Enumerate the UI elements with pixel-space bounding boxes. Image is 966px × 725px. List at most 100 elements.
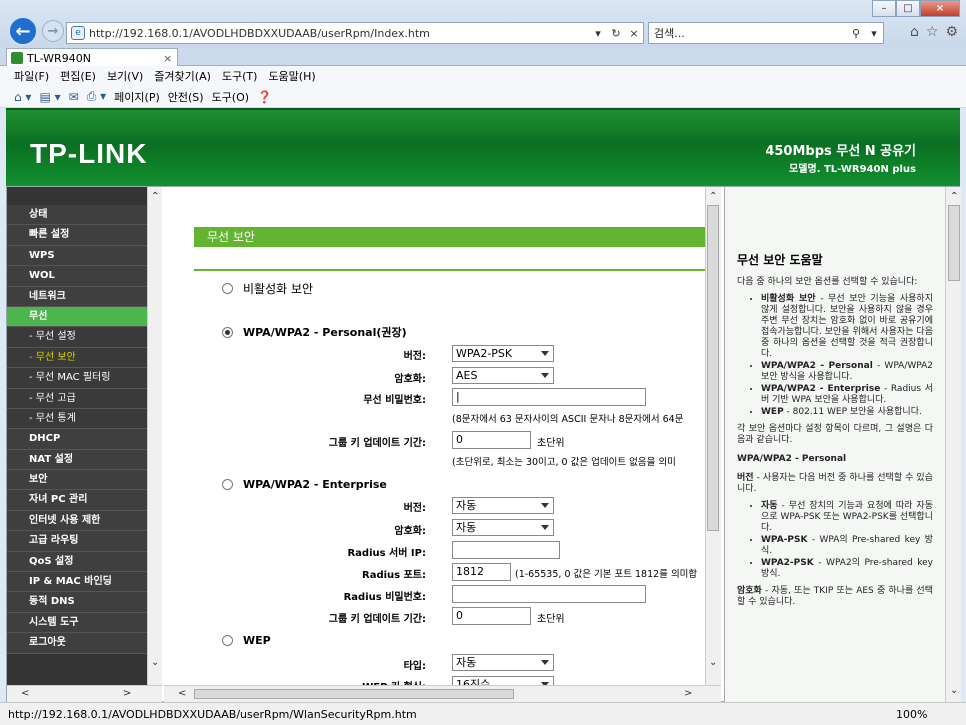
tools-menu-button[interactable]: 도구(O): [212, 89, 249, 105]
personal-group-key-input[interactable]: 0: [452, 431, 531, 449]
menu-help[interactable]: 도움말(H): [268, 68, 315, 84]
mail-icon[interactable]: ✉: [69, 90, 79, 104]
scroll-up-icon[interactable]: ⌃: [709, 191, 717, 202]
option-wep[interactable]: WEP: [222, 634, 271, 647]
sidebar-item[interactable]: IP & MAC 바인딩: [7, 572, 147, 593]
radius-port-input[interactable]: 1812: [452, 563, 511, 581]
left-hscrollbar[interactable]: < >: [7, 685, 162, 703]
home-icon[interactable]: ⌂ ▾: [14, 90, 31, 104]
enterprise-group-key-input[interactable]: 0: [452, 607, 531, 625]
scroll-down-icon[interactable]: ⌄: [151, 657, 159, 668]
scroll-down-icon[interactable]: ⌄: [709, 657, 717, 668]
address-bar[interactable]: e http://192.168.0.1/AVODLHDBDXXUDAAB/us…: [66, 22, 644, 44]
radio-personal[interactable]: [222, 326, 233, 338]
sidebar-item[interactable]: 네트워크: [7, 286, 147, 307]
menu-file[interactable]: 파일(F): [14, 68, 49, 84]
menu-view[interactable]: 보기(V): [107, 68, 143, 84]
main-scroll-thumb[interactable]: [707, 205, 719, 531]
sidebar-item[interactable]: 상태: [7, 205, 147, 226]
help-term: WPA/WPA2 - Enterprise: [761, 384, 881, 394]
search-icon[interactable]: ⚲: [847, 27, 865, 40]
radius-port-label: Radius 포트:: [362, 570, 426, 581]
option-enterprise-label: WPA/WPA2 - Enterprise: [243, 478, 387, 491]
enterprise-version-select[interactable]: 자동: [452, 497, 554, 514]
back-button[interactable]: ←: [8, 16, 38, 46]
sidebar-item[interactable]: WOL: [7, 266, 147, 287]
help-scroll-thumb[interactable]: [948, 205, 960, 281]
radio-disable[interactable]: [222, 283, 233, 294]
help-desc: - 무선 장치의 기능과 요청에 따라 자동으로 WPA-PSK 또는 WPA2…: [761, 501, 933, 533]
personal-version-label: 버전:: [403, 351, 426, 362]
sidebar-item[interactable]: DHCP: [7, 429, 147, 450]
main-hscroll-thumb[interactable]: [194, 689, 514, 699]
search-box[interactable]: 검색... ⚲ ▾: [648, 22, 884, 44]
sidebar-item[interactable]: WPS: [7, 245, 147, 267]
radius-password-label: Radius 비밀번호:: [343, 592, 426, 603]
status-bar: http://192.168.0.1/AVODLHDBDXXUDAAB/user…: [0, 702, 966, 725]
option-enterprise[interactable]: WPA/WPA2 - Enterprise: [222, 478, 387, 491]
enterprise-encryption-select[interactable]: 자동: [452, 519, 554, 536]
sidebar-item[interactable]: - 무선 설정: [7, 327, 147, 348]
scroll-up-icon[interactable]: ⌃: [151, 191, 159, 202]
close-window-button[interactable]: ×: [920, 0, 960, 17]
tab-close-icon[interactable]: ×: [163, 52, 177, 65]
scroll-right-icon[interactable]: >: [684, 688, 692, 699]
page-menu-button[interactable]: 페이지(P): [114, 89, 160, 105]
print-icon[interactable]: ⎙ ▾: [87, 89, 106, 104]
address-text[interactable]: http://192.168.0.1/AVODLHDBDXXUDAAB/user…: [89, 27, 589, 40]
maximize-button[interactable]: □: [896, 0, 920, 17]
sidebar-item[interactable]: 보안: [7, 470, 147, 491]
sidebar-item[interactable]: 자녀 PC 관리: [7, 490, 147, 511]
menu-tools[interactable]: 도구(T): [222, 68, 258, 84]
sidebar-item[interactable]: 고급 라우팅: [7, 531, 147, 552]
sidebar-item[interactable]: 로그아웃: [7, 633, 147, 654]
left-scrollbar[interactable]: ⌃ ⌄: [147, 187, 162, 685]
favorites-star-icon[interactable]: ☆: [926, 24, 939, 40]
page-title: 무선 보안: [194, 227, 706, 247]
personal-encryption-select[interactable]: AES: [452, 367, 554, 384]
gear-icon[interactable]: ⚙: [945, 24, 958, 40]
sidebar-item[interactable]: 시스템 도구: [7, 612, 147, 634]
refresh-icon[interactable]: ↻: [607, 27, 625, 40]
sidebar-item[interactable]: - 무선 보안: [7, 347, 147, 369]
zoom-level[interactable]: 100%: [896, 708, 966, 721]
sidebar-item[interactable]: - 무선 통계: [7, 408, 147, 430]
search-dropdown-icon[interactable]: ▾: [865, 27, 883, 40]
help-panel: 무선 보안 도움말 다음 중 하나의 보안 옵션를 선택할 수 있습니다: 비활…: [724, 187, 961, 703]
radio-enterprise[interactable]: [222, 479, 233, 490]
password-input[interactable]: |: [452, 388, 646, 406]
radio-wep[interactable]: [222, 635, 233, 646]
sidebar-item[interactable]: 빠른 설정: [7, 225, 147, 246]
scroll-left-icon[interactable]: <: [21, 688, 29, 699]
radius-ip-label: Radius 서버 IP:: [347, 548, 426, 559]
rss-feed-icon[interactable]: ▤ ▾: [39, 90, 60, 104]
radius-password-input[interactable]: [452, 585, 646, 603]
close-icon[interactable]: ×: [625, 27, 643, 40]
sidebar-item[interactable]: 인터넷 사용 제한: [7, 510, 147, 532]
sidebar-item[interactable]: QoS 설정: [7, 551, 147, 573]
search-input[interactable]: 검색...: [654, 25, 847, 41]
home-icon[interactable]: ⌂: [910, 24, 919, 40]
menu-edit[interactable]: 편집(E): [60, 68, 96, 84]
safety-menu-button[interactable]: 안전(S): [168, 89, 204, 105]
scroll-left-icon[interactable]: <: [178, 688, 186, 699]
sidebar-item[interactable]: 무선: [7, 306, 147, 328]
option-personal[interactable]: WPA/WPA2 - Personal(권장): [222, 324, 407, 340]
scroll-right-icon[interactable]: >: [123, 688, 131, 699]
personal-version-select[interactable]: WPA2-PSK: [452, 345, 554, 362]
minimize-button[interactable]: –: [872, 0, 896, 17]
sidebar-item[interactable]: 동적 DNS: [7, 592, 147, 613]
wep-type-select[interactable]: 자동: [452, 654, 554, 671]
dropdown-icon[interactable]: ▾: [589, 27, 607, 40]
scroll-down-icon[interactable]: ⌄: [950, 685, 958, 696]
help-icon[interactable]: ❓: [257, 90, 272, 104]
sidebar-item[interactable]: - 무선 고급: [7, 388, 147, 409]
option-disable[interactable]: 비활성화 보안: [222, 280, 313, 297]
forward-button[interactable]: →: [42, 20, 64, 42]
browser-tab[interactable]: TL-WR940N ×: [6, 48, 178, 67]
radius-ip-input[interactable]: [452, 541, 560, 559]
sidebar-item[interactable]: NAT 설정: [7, 449, 147, 471]
sidebar-item[interactable]: - 무선 MAC 필터링: [7, 368, 147, 389]
menu-favorites[interactable]: 즐겨찾기(A): [154, 68, 211, 84]
scroll-up-icon[interactable]: ⌃: [950, 191, 958, 202]
